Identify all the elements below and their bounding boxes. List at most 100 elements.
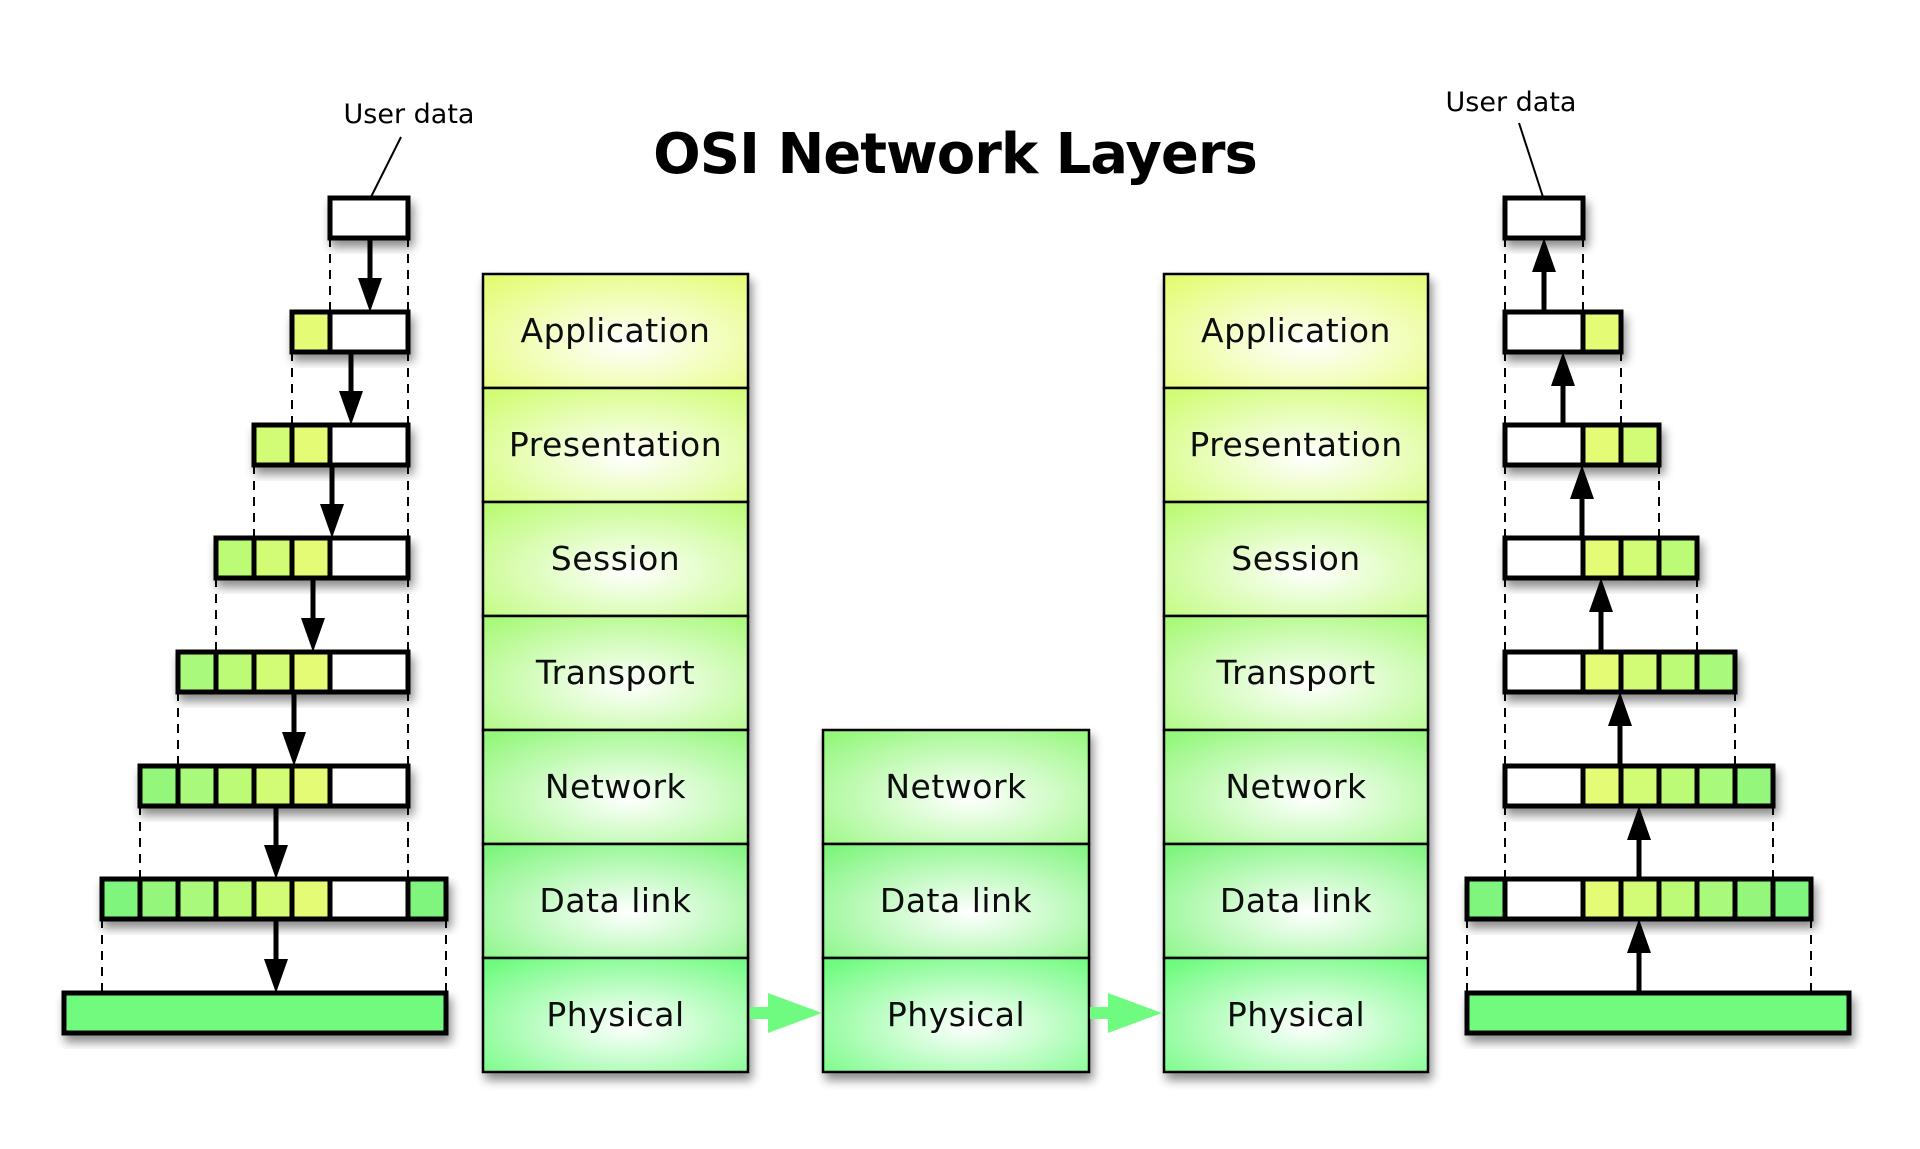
left-packet-network bbox=[137, 763, 411, 809]
router-layer-stack: Network Data link Physical bbox=[821, 728, 1091, 1074]
receiver-layer-physical: Physical bbox=[1162, 956, 1430, 1074]
sender-user-data-leader-line bbox=[370, 136, 402, 198]
presentation-header-segment bbox=[1618, 535, 1662, 581]
physical-bitstream bbox=[61, 990, 449, 1036]
application-header-segment bbox=[1580, 309, 1624, 355]
sender-layer-datalink: Data link bbox=[481, 842, 750, 960]
arrow-down-icon bbox=[264, 959, 288, 993]
sender-user-data-label: User data bbox=[344, 99, 475, 130]
application-header-segment bbox=[1580, 763, 1624, 809]
application-header-segment bbox=[289, 535, 333, 581]
router-layer-physical: Physical bbox=[821, 956, 1091, 1074]
network-header-segment bbox=[137, 876, 181, 922]
receiver-layer-label: Physical bbox=[1227, 995, 1365, 1034]
receiver-user-data-label: User data bbox=[1446, 87, 1577, 118]
sender-layer-label: Application bbox=[521, 311, 711, 350]
receiver-decapsulation-stack bbox=[1464, 195, 1852, 1036]
session-header-segment bbox=[213, 535, 257, 581]
application-header-segment bbox=[1580, 649, 1624, 695]
session-header-segment bbox=[213, 763, 257, 809]
session-header-segment bbox=[1656, 763, 1700, 809]
user-data-segment bbox=[1502, 422, 1586, 468]
presentation-header-segment bbox=[251, 649, 295, 695]
datalink-header-segment bbox=[99, 876, 143, 922]
arrow-down-icon bbox=[320, 504, 344, 538]
user-data-segment bbox=[1502, 195, 1586, 241]
arrow-down-icon bbox=[282, 732, 306, 766]
datalink-header-segment bbox=[1770, 876, 1814, 922]
transport-header-segment bbox=[1694, 763, 1738, 809]
user-data-segment bbox=[1502, 876, 1586, 922]
sender-encapsulation-stack bbox=[61, 195, 449, 1036]
sender-layer-label: Network bbox=[545, 767, 687, 806]
presentation-header-segment bbox=[251, 422, 295, 468]
arrow-up-icon bbox=[1532, 238, 1556, 272]
presentation-header-segment bbox=[251, 876, 295, 922]
arrow-up-icon bbox=[1551, 352, 1575, 386]
receiver-layer-label: Transport bbox=[1215, 653, 1375, 692]
transmission-arrow-1 bbox=[750, 993, 822, 1033]
session-header-segment bbox=[213, 649, 257, 695]
receiver-layer-presentation: Presentation bbox=[1162, 386, 1430, 504]
transport-header-segment bbox=[175, 876, 219, 922]
sender-layer-physical: Physical bbox=[481, 956, 750, 1074]
application-header-segment bbox=[289, 422, 333, 468]
right-packet-data-link bbox=[1464, 876, 1814, 922]
receiver-layer-transport: Transport bbox=[1162, 614, 1430, 732]
receiver-layer-network: Network bbox=[1162, 728, 1430, 846]
receiver-layer-datalink: Data link bbox=[1162, 842, 1430, 960]
sender-layer-label: Transport bbox=[535, 653, 695, 692]
router-layer-datalink: Data link bbox=[821, 842, 1091, 960]
application-header-segment bbox=[1580, 422, 1624, 468]
presentation-header-segment bbox=[1618, 876, 1662, 922]
session-header-segment bbox=[213, 876, 257, 922]
sender-layer-session: Session bbox=[481, 500, 750, 618]
user-data-segment bbox=[327, 422, 411, 468]
receiver-layer-label: Application bbox=[1201, 311, 1391, 350]
router-layer-network: Network bbox=[821, 728, 1091, 846]
receiver-layer-stack: Application Presentation Session Transport N… bbox=[1162, 272, 1430, 1074]
receiver-layer-application: Application bbox=[1162, 272, 1430, 390]
user-data-segment bbox=[1502, 649, 1586, 695]
arrow-up-icon bbox=[1627, 806, 1651, 840]
right-packet-network bbox=[1502, 763, 1776, 809]
datalink-header-segment bbox=[405, 876, 449, 922]
presentation-header-segment bbox=[251, 535, 295, 581]
sender-layer-label: Physical bbox=[546, 995, 684, 1034]
receiver-layer-label: Network bbox=[1225, 767, 1367, 806]
application-header-segment bbox=[1580, 535, 1624, 581]
arrow-up-icon bbox=[1627, 919, 1651, 953]
sender-layer-network: Network bbox=[481, 728, 750, 846]
user-data-segment bbox=[327, 763, 411, 809]
network-header-segment bbox=[1732, 876, 1776, 922]
right-packet-session bbox=[1502, 535, 1700, 581]
receiver-layer-label: Data link bbox=[1220, 881, 1373, 920]
arrow-down-icon bbox=[358, 278, 382, 312]
right-packet-transport bbox=[1502, 649, 1738, 695]
router-layer-label: Physical bbox=[887, 995, 1025, 1034]
receiver-user-data-leader-line bbox=[1518, 122, 1544, 198]
user-data-segment bbox=[327, 876, 411, 922]
left-packet-physical bbox=[61, 990, 449, 1036]
physical-bitstream bbox=[1464, 990, 1852, 1036]
user-data-segment bbox=[327, 649, 411, 695]
sender-layer-presentation: Presentation bbox=[481, 386, 750, 504]
receiver-layer-session: Session bbox=[1162, 500, 1430, 618]
transmission-arrow-2 bbox=[1090, 993, 1162, 1033]
sender-layer-transport: Transport bbox=[481, 614, 750, 732]
router-layer-label: Network bbox=[885, 767, 1027, 806]
application-header-segment bbox=[289, 876, 333, 922]
user-data-segment bbox=[1502, 309, 1586, 355]
osi-diagram: OSI Network Layers User data User data A… bbox=[61, 87, 1852, 1074]
user-data-segment bbox=[1502, 763, 1586, 809]
right-packet-application bbox=[1502, 309, 1624, 355]
arrow-up-icon bbox=[1608, 692, 1632, 726]
router-layer-label: Data link bbox=[880, 881, 1033, 920]
left-packet-presentation bbox=[251, 422, 411, 468]
application-header-segment bbox=[289, 309, 333, 355]
application-header-segment bbox=[289, 763, 333, 809]
right-packet-user-data bbox=[1502, 195, 1586, 241]
user-data-segment bbox=[1502, 535, 1586, 581]
session-header-segment bbox=[1656, 876, 1700, 922]
application-header-segment bbox=[1580, 876, 1624, 922]
